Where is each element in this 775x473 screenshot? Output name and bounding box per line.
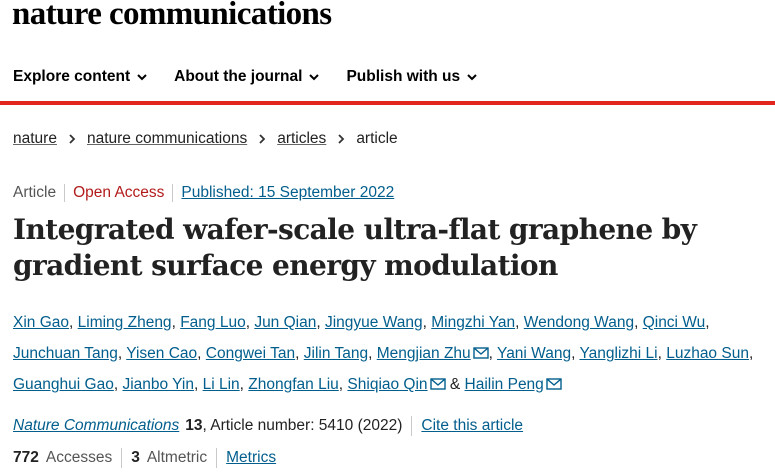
header-accent-bar (0, 101, 775, 105)
author-link[interactable]: Congwei Tan (206, 345, 295, 362)
altmetric-count: 3 (131, 449, 140, 466)
mail-icon[interactable] (429, 378, 446, 390)
altmetric-label: Altmetric (146, 449, 208, 466)
author-link[interactable]: Jun Qian (254, 314, 316, 331)
author-link[interactable]: Jingyue Wang (325, 314, 423, 331)
nav-item-label: About the journal (174, 68, 303, 85)
breadcrumb: nature nature communications articles ar… (13, 128, 398, 150)
author-link[interactable]: Fang Luo (180, 314, 246, 331)
author-link[interactable]: Xin Gao (13, 314, 69, 331)
metrics-line: 772 Accesses 3 Altmetric Metrics (13, 448, 276, 468)
author-link[interactable]: Junchuan Tang (13, 345, 118, 362)
author-link[interactable]: Jianbo Yin (122, 376, 194, 393)
author-link[interactable]: Shiqiao Qin (347, 376, 427, 393)
nav-item-label: Explore content (13, 68, 131, 85)
author-and: & (449, 376, 461, 393)
author-list: Xin Gao, Liming Zheng, Fang Luo, Jun Qia… (13, 314, 754, 393)
breadcrumb-articles[interactable]: articles (277, 130, 326, 148)
author-link[interactable]: Jilin Tang (304, 345, 368, 362)
chevron-right-icon (338, 134, 345, 144)
divider (411, 416, 413, 436)
accesses-count: 772 (13, 449, 39, 466)
accesses-label: Accesses (45, 449, 113, 466)
mail-icon[interactable] (472, 347, 489, 359)
chevron-right-icon (259, 134, 266, 144)
author-link[interactable]: Luzhao Sun (666, 345, 749, 362)
author-link[interactable]: Mingzhi Yan (431, 314, 515, 331)
author-link[interactable]: Liming Zheng (78, 314, 172, 331)
author-link[interactable]: Wendong Wang (524, 314, 634, 331)
author-link[interactable]: Guanghui Gao (13, 376, 114, 393)
site-logo[interactable]: nature communications (12, 0, 332, 33)
author-link[interactable]: Hailin Peng (465, 376, 544, 393)
author-link[interactable]: Qinci Wu (643, 314, 706, 331)
mail-icon[interactable] (546, 378, 562, 390)
author-link[interactable]: Mengjian Zhu (377, 345, 471, 362)
breadcrumb-current: article (356, 130, 398, 147)
breadcrumb-nature-communications[interactable]: nature communications (87, 130, 247, 148)
divider (216, 448, 218, 468)
open-access-badge: Open Access (65, 184, 174, 202)
breadcrumb-nature[interactable]: nature (13, 130, 57, 148)
author-link[interactable]: Li Lin (203, 376, 240, 393)
author-link[interactable]: Yani Wang (497, 345, 571, 362)
nav-about-the-journal[interactable]: About the journal (174, 68, 320, 86)
divider (121, 448, 123, 468)
journal-link[interactable]: Nature Communications (13, 417, 179, 435)
chevron-down-icon (137, 74, 147, 81)
article-type: Article (13, 184, 66, 202)
article-title: Integrated wafer-scale ultra-flat graphe… (13, 213, 697, 282)
citation-line: Nature Communications 13 , Article numbe… (13, 416, 523, 436)
article-meta: Article Open Access Published: 15 Septem… (13, 184, 394, 202)
chevron-down-icon (467, 74, 477, 81)
author-link[interactable]: Yisen Cao (126, 345, 197, 362)
metrics-link[interactable]: Metrics (226, 449, 276, 467)
cite-this-article-link[interactable]: Cite this article (421, 417, 523, 435)
chevron-down-icon (309, 74, 320, 81)
nav-explore-content[interactable]: Explore content (13, 68, 148, 86)
volume-number: 13 (185, 417, 203, 434)
published-date-link[interactable]: Published: 15 September 2022 (173, 184, 394, 202)
author-link[interactable]: Zhongfan Liu (248, 376, 339, 393)
author-link[interactable]: Yanglizhi Li (579, 345, 657, 362)
main-navigation: Explore content About the journal Publis… (0, 60, 775, 94)
nav-publish-with-us[interactable]: Publish with us (346, 68, 478, 86)
nav-item-label: Publish with us (346, 68, 461, 85)
chevron-right-icon (69, 134, 76, 144)
article-number: , Article number: 5410 (2022) (202, 417, 403, 434)
